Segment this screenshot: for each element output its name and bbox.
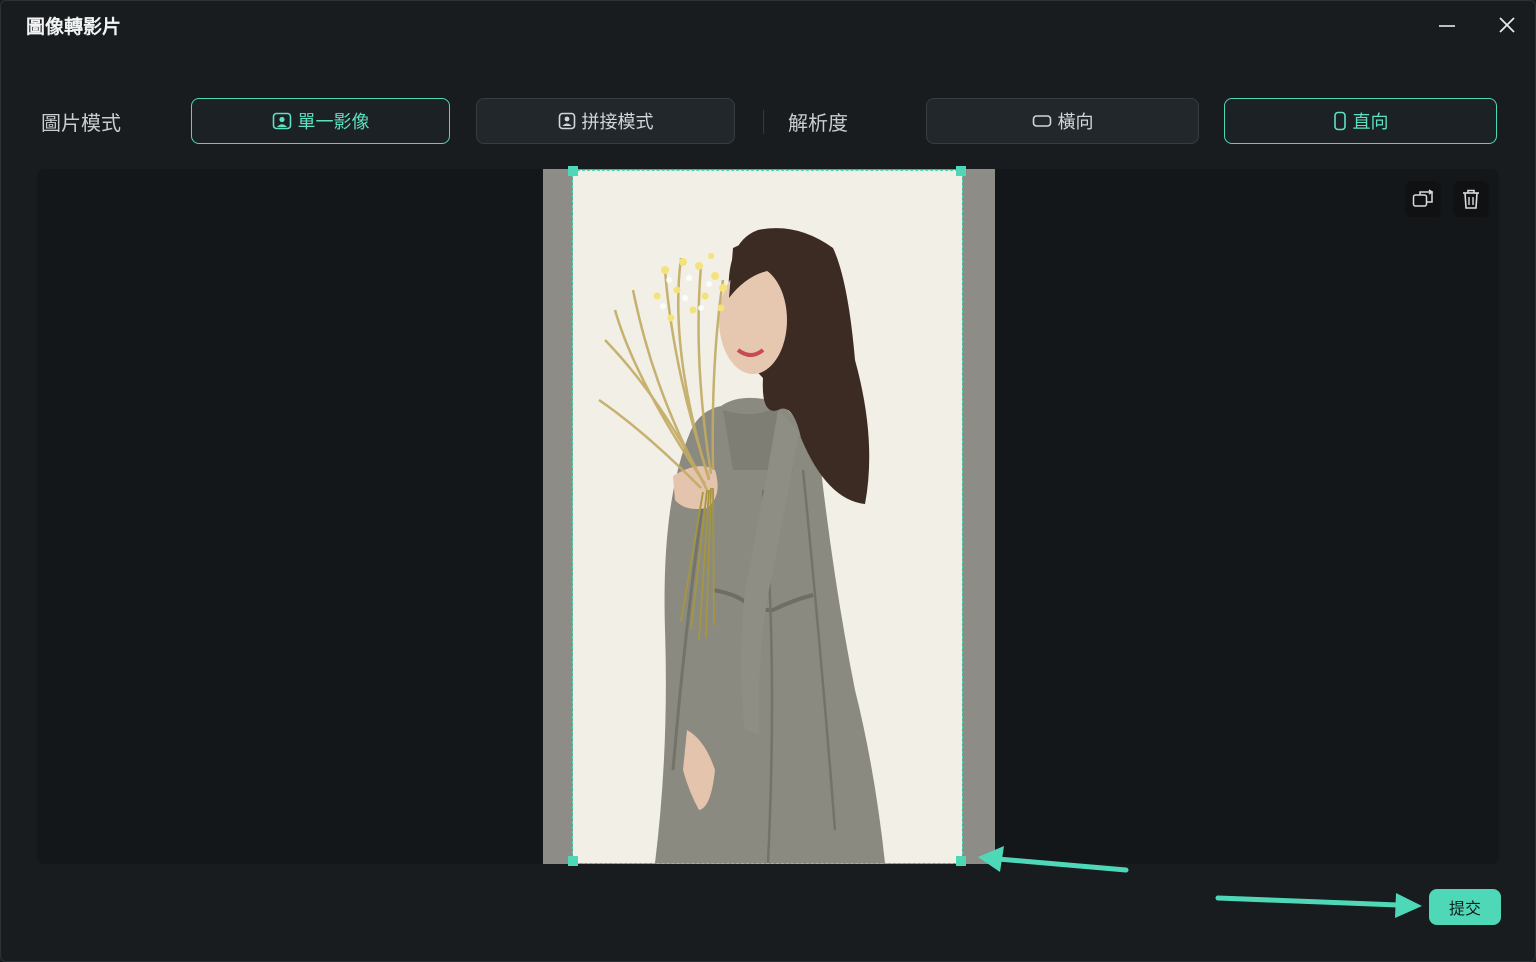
resolution-label: 解析度 [788,111,848,135]
collage-mode-label: 拼接模式 [581,112,654,133]
portrait-label: 直向 [1352,112,1389,133]
crop-handle-top-right[interactable] [956,166,966,176]
submit-button[interactable]: 提交 [1429,889,1501,925]
close-icon [1499,17,1515,33]
trash-icon [1463,189,1479,209]
crop-handle-bottom-left[interactable] [568,856,578,866]
minimize-icon [1439,25,1455,27]
landscape-button[interactable]: 橫向 [926,98,1199,144]
delete-image-button[interactable] [1453,181,1489,217]
collage-icon [558,112,575,130]
portrait-button[interactable]: 直向 [1224,98,1497,144]
window-title: 圖像轉影片 [26,16,122,38]
replace-image-icon [1412,189,1434,207]
minimize-button[interactable] [1430,10,1464,40]
crop-handle-top-left[interactable] [568,166,578,176]
image-mode-label: 圖片模式 [41,111,121,135]
collage-mode-button[interactable]: 拼接模式 [476,98,735,144]
portrait-icon [1333,111,1346,131]
landscape-label: 橫向 [1057,112,1094,133]
single-image-button[interactable]: 單一影像 [191,98,450,144]
landscape-icon [1032,115,1051,127]
crop-selection-box[interactable] [572,170,963,864]
single-image-label: 單一影像 [297,112,370,133]
crop-handle-bottom-right[interactable] [956,856,966,866]
divider [763,110,764,134]
replace-image-button[interactable] [1405,181,1441,217]
single-image-icon [272,112,291,130]
close-button[interactable] [1490,10,1524,40]
